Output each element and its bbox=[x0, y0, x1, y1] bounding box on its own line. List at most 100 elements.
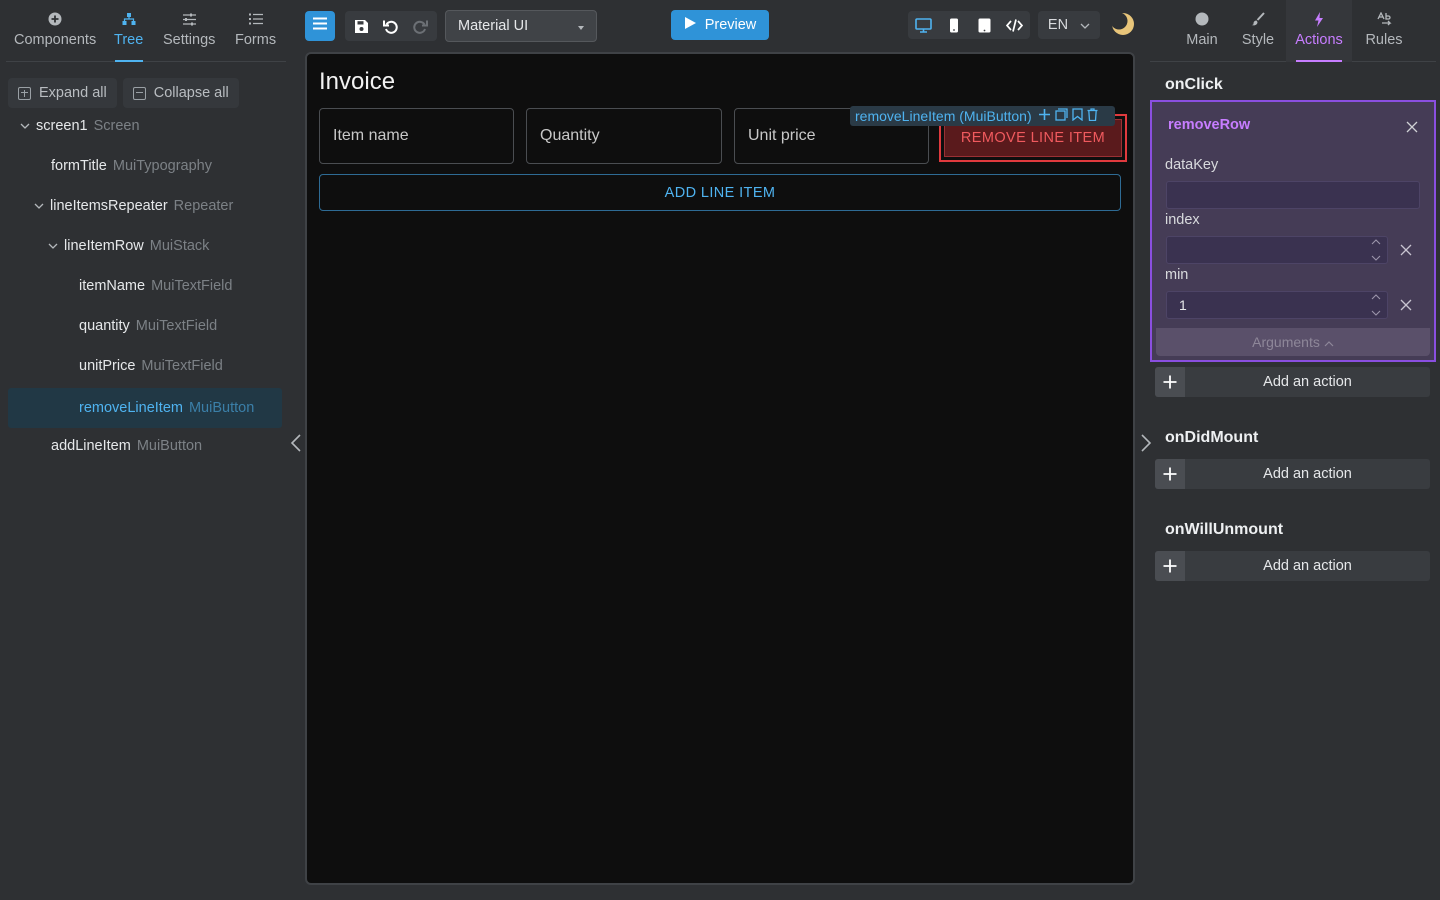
clear-min-icon[interactable] bbox=[1400, 298, 1412, 311]
tree-node-type: MuiButton bbox=[188, 400, 255, 416]
quantity-field[interactable]: Quantity bbox=[526, 108, 722, 164]
expand-all-label: Expand all bbox=[39, 85, 107, 101]
language-select[interactable]: EN bbox=[1038, 11, 1100, 39]
tree-node-name: formTitle bbox=[51, 158, 107, 174]
add-action-ondidmount-button[interactable]: Add an action bbox=[1155, 459, 1430, 489]
tree-node-type: MuiTextField bbox=[141, 358, 223, 374]
add-icon[interactable] bbox=[1038, 108, 1051, 124]
chevron-down-icon[interactable] bbox=[48, 241, 58, 251]
language-value: EN bbox=[1047, 17, 1069, 33]
tree-node-unitprice[interactable]: unitPrice MuiTextField bbox=[79, 346, 223, 386]
moon-icon[interactable] bbox=[1110, 11, 1136, 37]
clear-index-icon[interactable] bbox=[1400, 243, 1412, 256]
menu-button[interactable] bbox=[305, 11, 335, 41]
hamburger-icon bbox=[312, 17, 328, 35]
right-tab-bar: Main Style Actions Rules bbox=[1150, 0, 1436, 62]
tree-node-name: unitPrice bbox=[79, 358, 136, 374]
tree-node-type: MuiTextField bbox=[135, 318, 218, 334]
item-name-field[interactable]: Item name bbox=[319, 108, 514, 164]
tree-node-quantity[interactable]: quantity MuiTextField bbox=[79, 306, 217, 346]
tab-settings[interactable]: Settings bbox=[163, 0, 215, 62]
left-panel: Components Tree Settings Forms Expand al… bbox=[0, 0, 292, 900]
datakey-input[interactable] bbox=[1166, 181, 1420, 209]
bookmark-icon[interactable] bbox=[1071, 108, 1083, 124]
quantity-placeholder: Quantity bbox=[540, 127, 600, 144]
collapse-all-label: Collapse all bbox=[153, 85, 229, 101]
collapse-left-panel-icon[interactable] bbox=[290, 434, 302, 452]
brush-icon bbox=[1250, 11, 1266, 27]
arguments-toggle[interactable]: Arguments bbox=[1156, 328, 1430, 356]
index-input[interactable] bbox=[1166, 236, 1388, 264]
add-action-label: Add an action bbox=[1263, 374, 1352, 390]
add-action-onclick-button[interactable]: Add an action bbox=[1155, 367, 1430, 397]
tree-node-type: Screen bbox=[93, 118, 140, 134]
left-tab-bar: Components Tree Settings Forms bbox=[6, 0, 286, 62]
collapse-icon bbox=[132, 86, 146, 100]
collapse-all-button[interactable]: Collapse all bbox=[122, 78, 239, 108]
tablet-icon[interactable] bbox=[971, 12, 997, 38]
add-action-onwillunmount-button[interactable]: Add an action bbox=[1155, 551, 1430, 581]
tree-node-addlineitem[interactable]: addLineItem MuiButton bbox=[51, 426, 202, 466]
stepper-icon[interactable] bbox=[1371, 294, 1381, 316]
ui-library-select[interactable]: Material UI bbox=[445, 10, 597, 42]
caret-down-icon bbox=[578, 18, 584, 34]
desktop-icon[interactable] bbox=[910, 12, 936, 38]
arguments-label: Arguments bbox=[1252, 334, 1320, 350]
preview-button[interactable]: Preview bbox=[671, 10, 769, 40]
chevron-down-icon[interactable] bbox=[20, 121, 30, 131]
tree-node-lineitemsrepeater[interactable]: lineItemsRepeater Repeater bbox=[34, 186, 233, 226]
tree-node-name: lineItemsRepeater bbox=[50, 198, 168, 214]
tab-label: Main bbox=[1186, 32, 1218, 48]
duplicate-icon[interactable] bbox=[1054, 108, 1068, 124]
tree-node-type: MuiTypography bbox=[112, 158, 212, 174]
action-card-removerow[interactable]: removeRow dataKey index min 1 Arguments bbox=[1150, 100, 1436, 362]
code-icon[interactable] bbox=[1002, 12, 1028, 38]
trash-icon[interactable] bbox=[1087, 108, 1098, 124]
stepper-icon[interactable] bbox=[1371, 239, 1381, 261]
action-name: removeRow bbox=[1168, 117, 1251, 133]
redo-icon[interactable] bbox=[407, 13, 433, 39]
tab-components[interactable]: Components bbox=[14, 0, 96, 62]
expand-all-button[interactable]: Expand all bbox=[8, 78, 117, 108]
design-canvas[interactable]: Invoice Item name Quantity Unit price RE… bbox=[305, 52, 1135, 885]
tab-style[interactable]: Style bbox=[1238, 0, 1278, 62]
undo-icon[interactable] bbox=[378, 13, 404, 39]
tab-main[interactable]: Main bbox=[1180, 0, 1224, 62]
tree-node-itemname[interactable]: itemName MuiTextField bbox=[79, 266, 232, 306]
close-icon[interactable] bbox=[1406, 120, 1418, 133]
ui-library-value: Material UI bbox=[458, 18, 529, 34]
tree-actions: Expand all Collapse all bbox=[8, 78, 239, 108]
chevron-down-icon bbox=[1080, 17, 1090, 33]
tree-node-formtitle[interactable]: formTitle MuiTypography bbox=[51, 146, 212, 186]
tree-node-type: Repeater bbox=[173, 198, 234, 214]
preview-label: Preview bbox=[704, 17, 757, 33]
expand-icon bbox=[18, 86, 31, 100]
device-toolbar bbox=[908, 11, 1030, 39]
tab-actions[interactable]: Actions bbox=[1286, 0, 1352, 62]
tree-node-screen1[interactable]: screen1 Screen bbox=[20, 106, 140, 146]
save-icon[interactable] bbox=[349, 13, 375, 39]
event-ondidmount-title: onDidMount bbox=[1165, 429, 1259, 446]
selection-actions bbox=[1038, 108, 1098, 124]
tab-forms[interactable]: Forms bbox=[235, 0, 276, 62]
tree-node-removelineitem[interactable]: removeLineItem MuiButton bbox=[8, 388, 282, 428]
tree-node-lineitemrow[interactable]: lineItemRow MuiStack bbox=[48, 226, 209, 266]
selection-label-text: removeLineItem (MuiButton) bbox=[855, 108, 1032, 124]
add-action-label: Add an action bbox=[1263, 466, 1352, 482]
chevron-up-icon bbox=[1324, 334, 1334, 350]
tab-tree[interactable]: Tree bbox=[114, 0, 143, 62]
min-input[interactable]: 1 bbox=[1166, 291, 1388, 319]
tab-label: Settings bbox=[163, 32, 216, 48]
tab-rules[interactable]: Rules bbox=[1364, 0, 1404, 62]
item-name-placeholder: Item name bbox=[333, 127, 409, 144]
mobile-icon[interactable] bbox=[941, 12, 967, 38]
add-line-item-button[interactable]: ADD LINE ITEM bbox=[319, 174, 1121, 211]
tree-node-name: quantity bbox=[79, 318, 130, 334]
unit-price-placeholder: Unit price bbox=[748, 127, 816, 144]
tree-node-name: lineItemRow bbox=[64, 238, 144, 254]
tab-label: Actions bbox=[1295, 32, 1343, 48]
collapse-right-panel-icon[interactable] bbox=[1140, 434, 1152, 452]
tree-node-name: addLineItem bbox=[51, 438, 131, 454]
sliders-icon bbox=[181, 11, 197, 27]
chevron-down-icon[interactable] bbox=[34, 201, 44, 211]
